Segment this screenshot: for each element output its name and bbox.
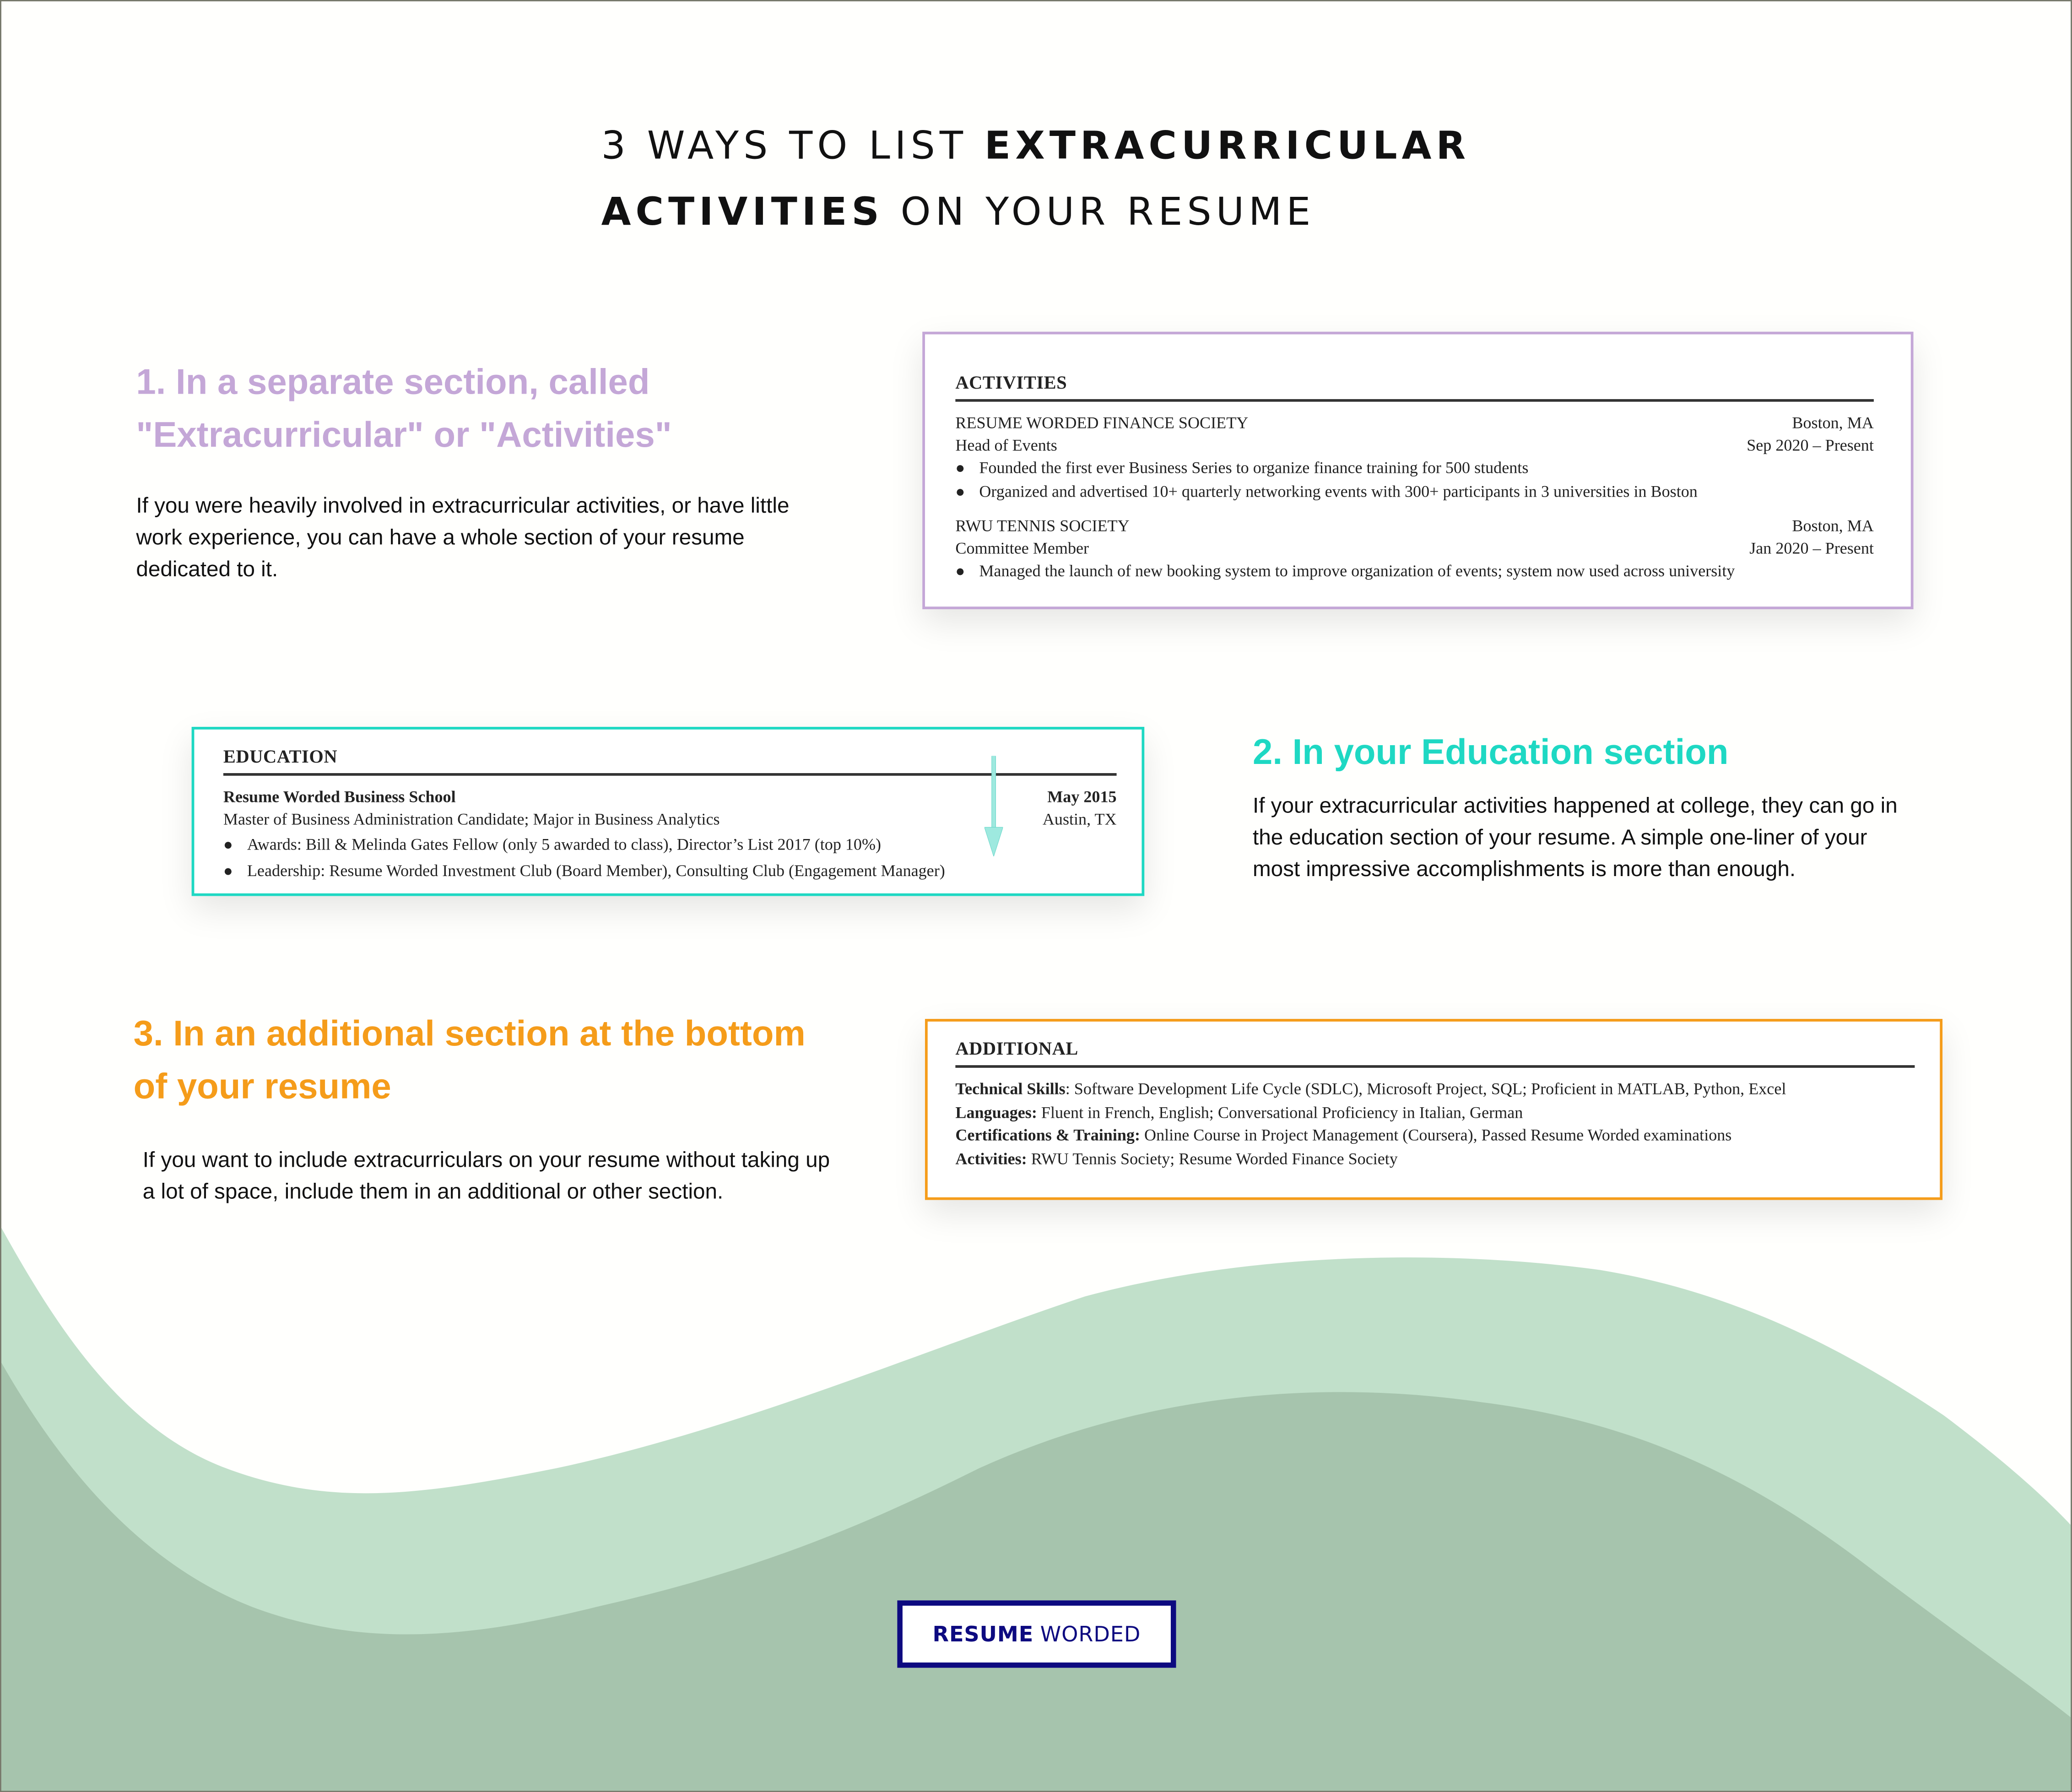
item-label: Languages: [955, 1103, 1037, 1121]
additional-section-title: ADDITIONAL [955, 1040, 1078, 1060]
bullet-icon: ● [955, 482, 965, 500]
activity-role: Head of Events [955, 436, 1057, 455]
activity-dates: Jan 2020 – Present [1749, 539, 1874, 558]
method-1-heading-line1: 1. In a separate section, called [136, 362, 650, 402]
method-2-heading-line1: 2. In your Education section [1252, 732, 1729, 772]
additional-item: Activities: RWU Tennis Society; Resume W… [955, 1148, 1915, 1171]
method-2-heading: 2. In your Education section [1253, 725, 1729, 778]
logo-regular-text: WORDED [1040, 1621, 1141, 1647]
item-label: Certifications & Training: [955, 1126, 1141, 1145]
title-line1-regular: 3 WAYS TO LIST [601, 123, 985, 168]
education-resume-card: EDUCATION Resume Worded Business School … [191, 726, 1145, 896]
activity-entry: RWU TENNIS SOCIETY Boston, MA Committee … [955, 515, 1874, 584]
method-2-description: If your extracurricular activities happe… [1252, 794, 1898, 882]
education-section-title: EDUCATION [223, 748, 338, 768]
activity-entry: RESUME WORDED FINANCE SOCIETY Boston, MA… [955, 412, 1874, 503]
bullet-text: Leadership: Resume Worded Investment Clu… [247, 861, 945, 880]
education-degree: Master of Business Administration Candid… [223, 810, 720, 829]
item-label: Activities: [955, 1149, 1027, 1168]
education-date: May 2015 [1047, 787, 1117, 807]
bullet-text: Awards: Bill & Melinda Gates Fellow (onl… [247, 835, 882, 854]
item-value: Online Course in Project Management (Cou… [1144, 1126, 1732, 1145]
method-1-heading-line2: "Extracurricular" or "Activities" [136, 415, 672, 455]
arrow-down-icon [984, 756, 1003, 856]
activity-role: Committee Member [955, 539, 1089, 558]
item-value: Software Development Life Cycle (SDLC), … [1074, 1079, 1786, 1099]
item-value: RWU Tennis Society; Resume Worded Financ… [1031, 1149, 1398, 1168]
bullet-icon: ● [955, 458, 965, 477]
bullet-text: Organized and advertised 10+ quarterly n… [979, 482, 1698, 500]
activity-org: RWU TENNIS SOCIETY [955, 516, 1130, 536]
additional-resume-card: ADDITIONAL Technical Skills: Software De… [925, 1019, 1943, 1200]
item-label: Technical Skills [955, 1079, 1066, 1099]
section-rule [955, 399, 1874, 402]
method-3-description: If you want to include extracurriculars … [142, 1148, 830, 1204]
title-line2-regular: ON YOUR RESUME [883, 189, 1315, 234]
section-rule [955, 1065, 1915, 1068]
activity-org: RESUME WORDED FINANCE SOCIETY [955, 413, 1249, 433]
method-3-heading: 3. In an additional section at the botto… [134, 1007, 806, 1113]
bullet-text: Managed the launch of new booking system… [979, 562, 1735, 580]
activity-location: Boston, MA [1792, 413, 1874, 433]
education-location: Austin, TX [1042, 810, 1117, 829]
section-rule [223, 773, 1117, 776]
method-3-heading-line1: 3. In an additional section at the botto… [133, 1013, 806, 1054]
activity-bullet: ● Managed the launch of new booking syst… [955, 560, 1874, 584]
activity-bullet: ● Founded the first ever Business Series… [955, 457, 1874, 481]
title-line1-bold: EXTRACURRICULAR [984, 123, 1471, 168]
bullet-text: Founded the first ever Business Series t… [979, 458, 1529, 477]
activity-bullet: ● Organized and advertised 10+ quarterly… [955, 480, 1874, 503]
additional-item: Languages: Fluent in French, English; Co… [955, 1101, 1915, 1125]
bullet-icon: ● [955, 562, 965, 580]
bullet-icon: ● [223, 861, 233, 880]
activity-location: Boston, MA [1792, 516, 1874, 536]
resume-worded-logo[interactable]: RESUME WORDED [897, 1600, 1176, 1668]
activities-resume-card: ACTIVITIES RESUME WORDED FINANCE SOCIETY… [922, 331, 1914, 609]
logo-bold-text: RESUME [932, 1621, 1034, 1647]
page-title: 3 WAYS TO LIST EXTRACURRICULAR ACTIVITIE… [601, 112, 1471, 244]
method-1-description: If you were heavily involved in extracur… [136, 494, 790, 582]
activities-section-title: ACTIVITIES [955, 374, 1067, 394]
infographic: 3 WAYS TO LIST EXTRACURRICULAR ACTIVITIE… [0, 0, 2072, 1792]
item-value: Fluent in French, English; Conversationa… [1041, 1103, 1523, 1121]
additional-item: Technical Skills: Software Development L… [955, 1079, 1786, 1099]
activity-dates: Sep 2020 – Present [1747, 436, 1874, 455]
title-line2-bold: ACTIVITIES [601, 189, 884, 234]
method-1-heading: 1. In a separate section, called "Extrac… [136, 356, 671, 461]
method-3-heading-line2: of your resume [133, 1066, 391, 1106]
additional-item: Certifications & Training: Online Course… [955, 1125, 1915, 1148]
education-bullet: ● Leadership: Resume Worded Investment C… [223, 860, 1117, 883]
education-school: Resume Worded Business School [223, 787, 456, 807]
background-waves [1, 1228, 2071, 1791]
education-bullet: ● Awards: Bill & Melinda Gates Fellow (o… [223, 834, 1117, 857]
bullet-icon: ● [223, 835, 233, 854]
